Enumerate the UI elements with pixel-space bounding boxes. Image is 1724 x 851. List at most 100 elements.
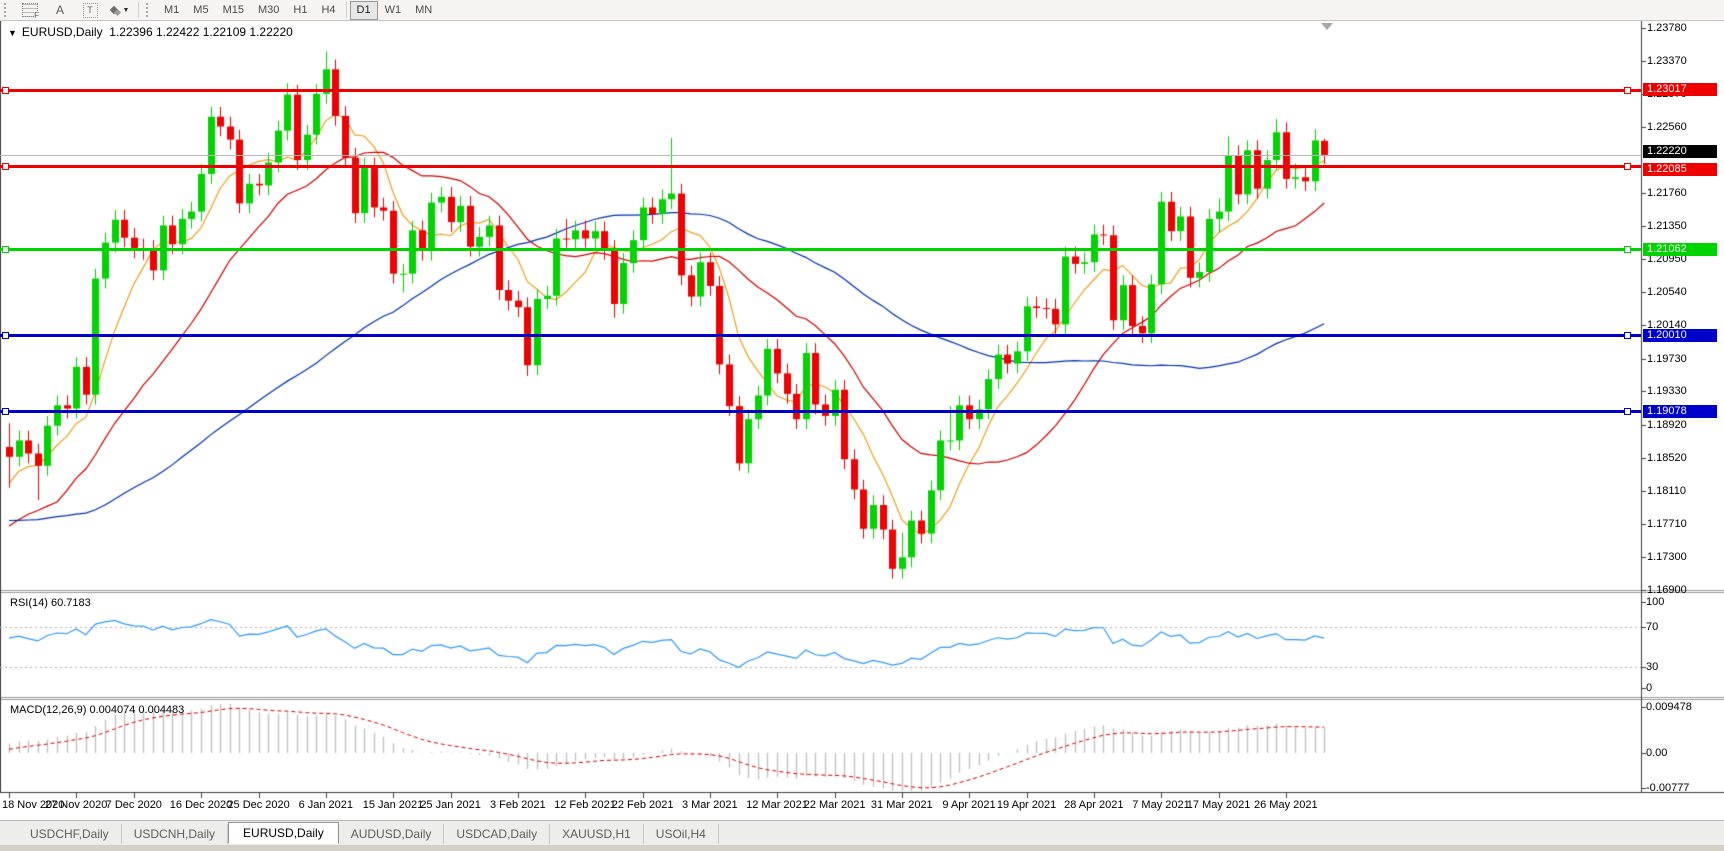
chart-shift-marker[interactable] (1321, 23, 1333, 30)
timeframe-button-M5[interactable]: M5 (186, 1, 215, 20)
ohlc-readout: ▼ EURUSD,Daily 1.22396 1.22422 1.22109 1.… (8, 25, 293, 39)
text-label-icon: T (82, 2, 98, 18)
timeframe-button-M30[interactable]: M30 (251, 1, 286, 20)
price-axis-label: 1.20540 (1647, 286, 1687, 299)
rsi-axis-label: 70 (1646, 620, 1659, 633)
support-line-green[interactable] (0, 246, 1641, 254)
toolbar-drag-handle[interactable] (4, 3, 11, 17)
chart-canvas[interactable] (0, 0, 1724, 851)
price-axis-label: 1.18520 (1647, 451, 1687, 464)
text-tool-button[interactable]: A (45, 1, 75, 19)
timeframe-button-D1[interactable]: D1 (349, 0, 378, 20)
macd-axis-label: 0.00 (1646, 747, 1668, 759)
symbol-tab-bar: USDCHF,Daily USDCNH,Daily EURUSD,Daily AUDU… (0, 820, 1724, 846)
resistance-line-1[interactable] (0, 86, 1641, 94)
tab-USDCHF-Daily[interactable]: USDCHF,Daily (18, 823, 122, 844)
price-axis-label: 1.22560 (1647, 121, 1687, 134)
time-axis-label: 9 Apr 2021 (942, 799, 996, 811)
time-axis-label: 28 Apr 2021 (1064, 799, 1124, 811)
line-handle-right[interactable] (1624, 162, 1631, 170)
rsi-axis-label: 0 (1646, 682, 1653, 694)
price-axis-label: 1.17300 (1647, 551, 1687, 564)
price-axis-label: 1.18110 (1647, 485, 1686, 498)
tab-USOil-H4[interactable]: USOil,H4 (644, 823, 719, 844)
timeframe-button-MN[interactable]: MN (408, 1, 439, 20)
price-axis-label: 1.16900 (1647, 584, 1687, 597)
rsi-axis-label: 30 (1646, 660, 1659, 673)
macd-axis-label: -0.00777 (1646, 782, 1690, 794)
timeframe-button-M1[interactable]: M1 (157, 1, 186, 20)
tab-USDCAD-Daily[interactable]: USDCAD,Daily (444, 823, 551, 844)
status-strip (0, 845, 1724, 851)
time-axis-label: 6 Jan 2021 (298, 799, 354, 811)
tab-EURUSD-Daily[interactable]: EURUSD,Daily (228, 821, 339, 844)
price-axis-label: 1.21350 (1647, 220, 1687, 233)
line-handle-right[interactable] (1624, 246, 1631, 254)
line-handle-left[interactable] (2, 246, 9, 254)
support-line-blue-2[interactable] (0, 408, 1641, 416)
tab-USDCNH-Daily[interactable]: USDCNH,Daily (122, 823, 229, 844)
line-handle-right[interactable] (1624, 86, 1631, 94)
toolbar: F A T ▼ M1 M5 M15 M30 H1 H4 D1 W1 MN (0, 0, 1724, 21)
chevron-down-icon[interactable]: ▼ (123, 7, 130, 14)
line-handle-left[interactable] (2, 86, 9, 94)
fibonacci-icon: F (22, 3, 39, 20)
price-axis-label: 1.23370 (1647, 55, 1687, 68)
macd-indicator-label: MACD(12,26,9) 0.004074 0.004483 (10, 704, 185, 716)
price-axis-label: 1.18920 (1647, 418, 1687, 431)
tab-AUDUSD-Daily[interactable]: AUDUSD,Daily (339, 823, 445, 844)
timeframe-toolbar: M1 M5 M15 M30 H1 H4 D1 W1 MN (157, 0, 439, 20)
fibonacci-retracement-tool-button[interactable]: F (15, 1, 45, 20)
time-axis-label: 7 Dec 2020 (105, 799, 162, 811)
time-axis-label: 22 Mar 2021 (803, 799, 866, 811)
price-axis-label: 1.23780 (1647, 21, 1687, 34)
toolbar-separator (138, 2, 139, 18)
line-handle-right[interactable] (1624, 332, 1631, 340)
symbol-dropdown-icon[interactable]: ▼ (8, 28, 17, 38)
current-price-line (0, 155, 1641, 157)
time-axis-label: 19 Apr 2021 (996, 799, 1057, 811)
time-axis-label: 7 May 2021 (1132, 799, 1190, 811)
line-handle-right[interactable] (1624, 408, 1631, 416)
line-handle-left[interactable] (2, 408, 9, 416)
price-axis-label: 1.19730 (1647, 352, 1687, 365)
price-axis-label: 1.17710 (1647, 517, 1687, 530)
price-badge-1.20010: 1.20010 (1643, 328, 1717, 342)
ohlc-values: 1.22396 1.22422 1.22109 1.22220 (109, 25, 293, 39)
time-axis-label: 25 Jan 2021 (420, 799, 481, 811)
support-line-blue-1[interactable] (0, 332, 1641, 340)
price-badge-1.23017: 1.23017 (1643, 83, 1717, 96)
time-axis-label: 3 Feb 2021 (489, 799, 546, 811)
price-badge-1.19078: 1.19078 (1643, 404, 1717, 418)
time-axis-label: 16 Dec 2020 (169, 799, 233, 811)
time-axis-label: 31 Mar 2021 (870, 799, 933, 811)
timeframe-button-H1[interactable]: H1 (286, 1, 314, 20)
current-price-badge: 1.22220 (1643, 145, 1717, 159)
time-axis-label: 12 Mar 2021 (746, 799, 808, 811)
chart-symbol-label: EURUSD,Daily (21, 25, 103, 39)
timeframe-button-H4[interactable]: H4 (314, 1, 342, 20)
price-axis-label: 1.21760 (1647, 186, 1687, 199)
timeframe-group-drag-handle[interactable] (146, 3, 153, 17)
resistance-line-2[interactable] (0, 162, 1641, 170)
text-label-tool-button[interactable]: T (75, 1, 105, 19)
line-handle-left[interactable] (2, 332, 9, 340)
toolbar-separator (345, 2, 347, 18)
terminal-window: F A T ▼ M1 M5 M15 M30 H1 H4 D1 W1 MN ▼ EURUSD,Dai… (0, 0, 1724, 851)
price-badge-1.22085: 1.22085 (1643, 163, 1717, 177)
time-axis-label: 25 Dec 2020 (227, 799, 290, 811)
time-axis-label: 17 May 2021 (1186, 799, 1251, 811)
arrows-tool-button[interactable]: ▼ (105, 1, 135, 19)
timeframe-button-M15[interactable]: M15 (216, 1, 251, 20)
rsi-indicator-label: RSI(14) 60.7183 (10, 597, 91, 609)
arrows-icon-secondary (113, 8, 121, 17)
time-axis-label: 26 May 2021 (1253, 799, 1318, 811)
tab-XAUUSD-H1[interactable]: XAUUSD,H1 (550, 823, 644, 844)
time-axis-label: 15 Jan 2021 (362, 799, 424, 811)
price-axis-label: 1.19330 (1647, 385, 1687, 398)
timeframe-button-W1[interactable]: W1 (378, 1, 409, 20)
line-handle-left[interactable] (2, 162, 9, 170)
macd-axis-label: 0.009478 (1646, 701, 1692, 713)
time-axis-label: 12 Feb 2021 (554, 799, 616, 811)
time-axis-label: 27 Nov 2020 (44, 799, 108, 811)
